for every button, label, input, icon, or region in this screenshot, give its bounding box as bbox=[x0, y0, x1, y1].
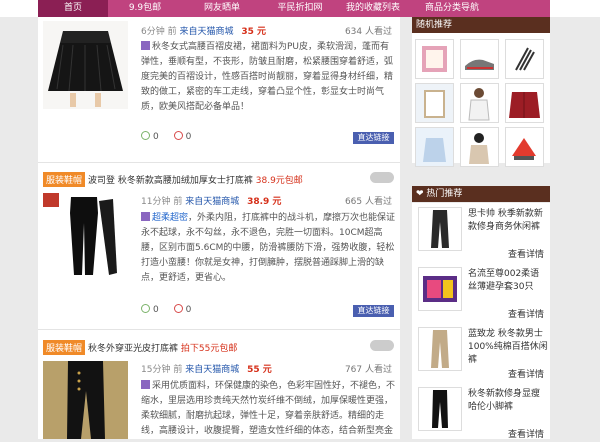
list-item[interactable]: 蓝致龙 秋冬款男士100%纯棉百搭休闲裤 查看详情 bbox=[412, 323, 550, 381]
view-count: 634 人看过 bbox=[344, 27, 392, 37]
grid-item[interactable] bbox=[505, 127, 544, 167]
product-image[interactable] bbox=[43, 21, 128, 109]
nav-item-favorites[interactable]: 我的收藏列表 bbox=[338, 0, 408, 17]
category-tag[interactable]: 服装鞋帽 bbox=[43, 172, 86, 187]
nav-item-discount[interactable]: 平民折扣网 bbox=[262, 0, 338, 17]
product-title-row: 服装鞋帽 秋冬外穿亚光皮打底裤 拍下55元包邮 bbox=[43, 340, 238, 355]
vote-bar: 0 0 bbox=[141, 304, 191, 315]
view-details-link[interactable]: 查看详情 bbox=[508, 307, 544, 320]
product-title[interactable]: 秋冬外穿亚光皮打底裤 bbox=[88, 344, 178, 354]
grid-item[interactable] bbox=[460, 83, 499, 123]
product-meta: 11分钟 前 来自天猫商城 38.9 元 bbox=[141, 194, 281, 208]
product-card: 6分钟 前 来自天猫商城 35 元 634 人看过 秋冬女式高腰百褶皮裙，裙面料… bbox=[38, 17, 400, 155]
product-title[interactable]: 波司登 秋冬新款高腰加绒加厚女士打底裤 bbox=[88, 176, 253, 186]
nav-item-home[interactable]: 首页 bbox=[38, 0, 108, 17]
rec-title[interactable]: 思卡帅 秋季新款新款修身商务休闲裤 bbox=[468, 208, 548, 234]
category-tag[interactable]: 服装鞋帽 bbox=[43, 340, 86, 355]
thumbs-down-icon[interactable] bbox=[173, 131, 183, 140]
product-card: 服装鞋帽 波司登 秋冬新款高腰加绒加厚女士打底裤 38.9元包邮 11分钟 前 来… bbox=[38, 167, 400, 327]
up-count: 0 bbox=[153, 305, 159, 315]
top-nav-bar: 首页 9.9包邮 网友晒单 平民折扣网 我的收藏列表 商品分类导航 bbox=[0, 0, 600, 17]
title-price: 拍下55元包邮 bbox=[180, 344, 238, 354]
toggle-switch[interactable] bbox=[370, 340, 394, 351]
product-card: 服装鞋帽 秋冬外穿亚光皮打底裤 拍下55元包邮 15分钟 前 来自天猫商城 55 … bbox=[38, 335, 400, 439]
vote-bar: 0 0 bbox=[141, 131, 191, 142]
view-details-link[interactable]: 查看详情 bbox=[508, 247, 544, 260]
description-highlight: 超柔超密 bbox=[152, 213, 189, 223]
source-link[interactable]: 来自天猫商城 bbox=[185, 365, 239, 375]
nav-item-category[interactable]: 商品分类导航 bbox=[412, 0, 492, 17]
hot-recommend-list: 思卡帅 秋季新款新款修身商务休闲裤 查看详情 名流至尊002柔语丝薄避孕套30只… bbox=[412, 203, 550, 441]
sidebar: 随机推荐 ❤ 热门推荐 思卡帅 秋季新款新款修身商务休闲裤 查看详情 名流至尊0… bbox=[412, 17, 550, 441]
product-image[interactable] bbox=[43, 361, 128, 439]
list-item[interactable]: 秋冬新款修身显瘦哈伦小脚裤 查看详情 bbox=[412, 383, 550, 441]
go-link-button[interactable]: 直达链接 bbox=[353, 305, 394, 317]
rec-image[interactable] bbox=[418, 327, 462, 371]
product-description: 采用优质面料，环保健康的染色，色彩牢固性好，不褪色，不缩水，里层选用珍贵纯天然竹… bbox=[141, 379, 396, 439]
main-content: 6分钟 前 来自天猫商城 35 元 634 人看过 秋冬女式高腰百褶皮裙，裙面料… bbox=[38, 17, 400, 439]
random-recommend-grid bbox=[412, 33, 550, 167]
grid-item[interactable] bbox=[415, 127, 454, 167]
product-meta: 6分钟 前 来自天猫商城 35 元 bbox=[141, 24, 266, 38]
product-description: 秋冬女式高腰百褶皮裙，裙面料为PU皮，柔软滑润，蓬而有弹性，垂顺有型，不丧形，防… bbox=[141, 40, 396, 130]
thumbs-up-icon[interactable] bbox=[141, 304, 150, 313]
source-link[interactable]: 来自天猫商城 bbox=[185, 197, 239, 207]
source-link[interactable]: 来自天猫商城 bbox=[179, 27, 233, 37]
grid-item[interactable] bbox=[505, 39, 544, 79]
post-time: 6分钟 前 bbox=[141, 27, 177, 37]
description-icon bbox=[141, 212, 150, 221]
nav-item-9-9[interactable]: 9.9包邮 bbox=[108, 0, 182, 17]
description-text: 秋冬女式高腰百褶皮裙，裙面料为PU皮，柔软滑润，蓬而有弹性，垂顺有型，不丧形，防… bbox=[141, 42, 394, 112]
up-count: 0 bbox=[153, 132, 159, 142]
grid-item[interactable] bbox=[415, 83, 454, 123]
random-recommend-header: 随机推荐 bbox=[412, 17, 550, 33]
post-time: 15分钟 前 bbox=[141, 365, 183, 375]
grid-item[interactable] bbox=[460, 39, 499, 79]
product-meta: 15分钟 前 来自天猫商城 55 元 bbox=[141, 362, 272, 376]
view-details-link[interactable]: 查看详情 bbox=[508, 367, 544, 380]
description-text: ，外柔内阻，打底裤中的战斗机，摩擦万次也能保证永不起球，永不勾丝，永不退色，完胜… bbox=[141, 213, 396, 283]
price: 55 元 bbox=[247, 365, 272, 375]
rec-image[interactable] bbox=[418, 267, 462, 311]
view-count: 665 人看过 bbox=[344, 197, 392, 207]
product-title-row: 服装鞋帽 波司登 秋冬新款高腰加绒加厚女士打底裤 38.9元包邮 bbox=[43, 172, 303, 187]
grid-item[interactable] bbox=[460, 127, 499, 167]
list-item[interactable]: 思卡帅 秋季新款新款修身商务休闲裤 查看详情 bbox=[412, 203, 550, 261]
description-icon bbox=[141, 41, 150, 50]
rec-title[interactable]: 名流至尊002柔语丝薄避孕套30只 bbox=[468, 268, 548, 294]
list-item[interactable]: 名流至尊002柔语丝薄避孕套30只 查看详情 bbox=[412, 263, 550, 321]
divider bbox=[38, 162, 400, 163]
nav-item-shares[interactable]: 网友晒单 bbox=[182, 0, 262, 17]
rec-title[interactable]: 蓝致龙 秋冬款男士100%纯棉百搭休闲裤 bbox=[468, 328, 548, 367]
view-count: 767 人看过 bbox=[344, 365, 392, 375]
title-price: 38.9元包邮 bbox=[255, 176, 303, 186]
hot-recommend-header: ❤ 热门推荐 bbox=[412, 186, 550, 202]
price: 38.9 元 bbox=[247, 197, 282, 207]
product-description: 超柔超密，外柔内阻，打底裤中的战斗机，摩擦万次也能保证永不起球，永不勾丝，永不退… bbox=[141, 211, 396, 303]
down-count: 0 bbox=[185, 132, 192, 142]
toggle-switch[interactable] bbox=[370, 172, 394, 183]
down-count: 0 bbox=[185, 305, 192, 315]
product-image[interactable] bbox=[43, 193, 128, 279]
description-text: 采用优质面料，环保健康的染色，色彩牢固性好，不褪色，不缩水，里层选用珍贵纯天然竹… bbox=[141, 381, 396, 436]
rec-title[interactable]: 秋冬新款修身显瘦哈伦小脚裤 bbox=[468, 388, 548, 414]
description-icon bbox=[141, 380, 150, 389]
price: 35 元 bbox=[241, 27, 267, 37]
thumbs-down-icon[interactable] bbox=[173, 304, 183, 313]
thumbs-up-icon[interactable] bbox=[141, 131, 150, 140]
view-details-link[interactable]: 查看详情 bbox=[508, 427, 544, 440]
grid-item[interactable] bbox=[415, 39, 454, 79]
rec-image[interactable] bbox=[418, 207, 462, 251]
post-time: 11分钟 前 bbox=[141, 197, 183, 207]
grid-item[interactable] bbox=[505, 83, 544, 123]
heart-icon: ❤ bbox=[416, 189, 427, 199]
hot-recommend-title: 热门推荐 bbox=[426, 189, 463, 199]
divider bbox=[38, 329, 400, 330]
rec-image[interactable] bbox=[418, 387, 462, 431]
go-link-button[interactable]: 直达链接 bbox=[353, 132, 394, 144]
